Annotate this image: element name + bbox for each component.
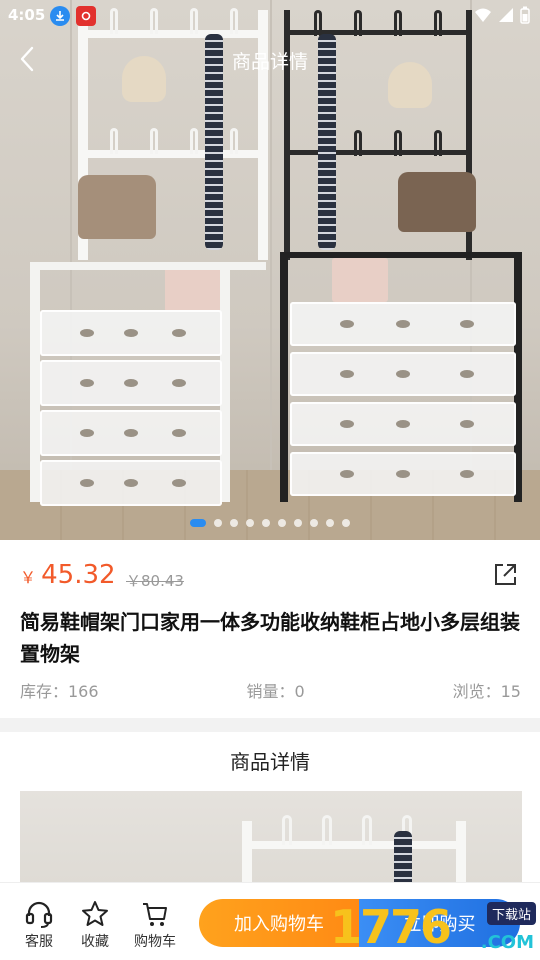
star-icon	[82, 901, 108, 926]
carousel-dot[interactable]	[294, 519, 302, 527]
battery-icon	[520, 6, 530, 24]
carousel-dot[interactable]	[310, 519, 318, 527]
share-icon	[495, 564, 516, 585]
status-bar: 4:05	[0, 0, 540, 32]
carousel-dot[interactable]	[262, 519, 270, 527]
product-info-card: ￥ 45.32 ￥80.43 简易鞋帽架门口家用一体多功能收纳鞋柜占地小多层组装…	[0, 540, 540, 718]
price-currency: ￥	[20, 568, 37, 587]
carousel-dot[interactable]	[214, 519, 222, 527]
price-value: 45.32	[41, 560, 116, 590]
wifi-icon	[475, 8, 491, 22]
top-navigation: 商品详情	[0, 38, 540, 82]
carousel-dot[interactable]	[230, 519, 238, 527]
signal-icon	[499, 8, 513, 22]
product-title: 简易鞋帽架门口家用一体多功能收纳鞋柜占地小多层组装置物架	[20, 610, 520, 666]
carousel-dot[interactable]	[342, 519, 350, 527]
bottom-action-bar: 客服 收藏 购物车 加入购物车 立即购买	[0, 882, 540, 960]
current-price: ￥ 45.32	[20, 560, 116, 590]
carousel-dot[interactable]	[246, 519, 254, 527]
add-to-cart-button[interactable]: 加入购物车	[199, 899, 359, 947]
favorite-label: 收藏	[81, 934, 109, 950]
detail-heading: 商品详情	[230, 750, 310, 774]
page-title: 商品详情	[231, 51, 308, 73]
favorite-button[interactable]: 收藏	[70, 899, 120, 951]
download-badge-icon	[50, 6, 70, 26]
customer-service-label: 客服	[25, 934, 53, 950]
headset-icon	[25, 901, 53, 928]
carousel-dot[interactable]	[278, 519, 286, 527]
carousel-dot[interactable]	[190, 519, 206, 527]
app-badge-icon	[76, 6, 96, 26]
cart-icon	[143, 903, 167, 926]
stock-count: 库存：166	[20, 682, 99, 701]
product-stats: 库存：166 销量：0 浏览：15	[20, 678, 521, 702]
views-count: 浏览：15	[452, 682, 521, 701]
share-button[interactable]	[492, 562, 518, 588]
status-time: 4:05	[8, 6, 46, 24]
cart-label: 购物车	[134, 934, 176, 950]
sales-count: 销量：0	[246, 682, 305, 701]
customer-service-button[interactable]: 客服	[14, 899, 64, 951]
carousel-indicator	[0, 519, 540, 527]
buy-now-button[interactable]: 立即购买	[359, 899, 520, 947]
carousel-dot[interactable]	[326, 519, 334, 527]
original-price: ￥80.43	[126, 572, 184, 590]
cart-button[interactable]: 购物车	[130, 899, 180, 951]
